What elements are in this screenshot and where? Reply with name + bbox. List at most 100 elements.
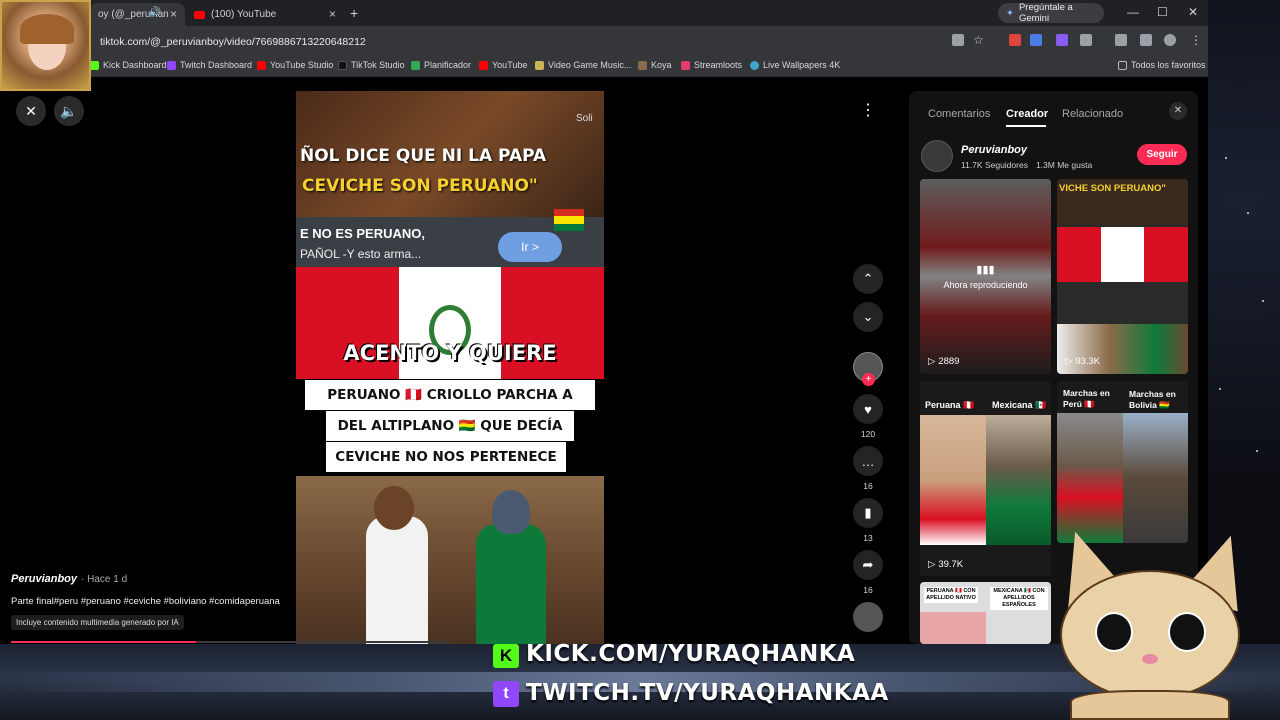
tab-label: (100) YouTube [211, 9, 277, 20]
thumbnail-label: MEXICANA 🇲🇽 CON APELLIDOS ESPAÑOLES [990, 587, 1048, 610]
star-icon[interactable]: ☆ [973, 33, 984, 47]
video-thumbnail[interactable]: Marchas en Perú 🇵🇪 Marchas en Bolivia 🇧🇴 [1057, 381, 1188, 543]
comment-icon: … [861, 453, 875, 469]
save-button[interactable]: ▮ [853, 498, 883, 528]
translate-icon[interactable] [952, 34, 964, 46]
close-video-button[interactable]: ✕ [16, 96, 46, 126]
video-thumbnail[interactable]: PERUANA 🇵🇪 CON APELLIDO NATIVO MEXICANA … [920, 582, 1051, 644]
share-button[interactable]: ➦ [853, 550, 883, 580]
overlay-text: Soli [576, 113, 593, 124]
previous-video-button[interactable]: ⌃ [853, 264, 883, 294]
extension-icon[interactable] [1056, 34, 1068, 46]
progress-fill [11, 641, 196, 643]
equalizer-icon: ▮▮▮ [976, 264, 995, 276]
overlay-text: E NO ES PERUANO, [300, 226, 425, 241]
media-icon[interactable] [1140, 34, 1152, 46]
bookmark-all-folder[interactable]: Todos los favoritos [1118, 60, 1206, 70]
video-scene-image [296, 476, 604, 644]
next-video-button[interactable]: ⌄ [853, 302, 883, 332]
gemini-button[interactable]: ✦ Pregúntale a Gemini [998, 2, 1104, 24]
creator-avatar[interactable] [921, 140, 953, 172]
bookmark-koya[interactable]: Koya [638, 60, 672, 70]
post-time: · Hace 1 d [81, 574, 128, 585]
bookmark-wallpapers[interactable]: Live Wallpapers 4K [750, 60, 840, 70]
bookmark-streamloots[interactable]: Streamloots [681, 60, 742, 70]
chevron-down-icon: ⌄ [862, 309, 874, 324]
minimize-icon[interactable]: — [1127, 5, 1139, 19]
bookmark-label: YouTube Studio [270, 60, 334, 70]
bookmark-youtube[interactable]: YouTube [479, 60, 527, 70]
overlay-text: CEVICHE SON PERUANO" [302, 176, 538, 196]
new-tab-icon[interactable]: + [350, 5, 358, 21]
maximize-icon[interactable]: ☐ [1157, 5, 1168, 19]
gemini-icon: ✦ [1006, 7, 1014, 19]
post-header: Peruvianboy · Hace 1 d [11, 573, 127, 585]
caption-line: PERUANO 🇵🇪 CRIOLLO PARCHA A BOLIVIANO [305, 380, 595, 433]
heart-icon: ♥ [864, 401, 872, 417]
thumbnail-label: Marchas en Bolivia 🇧🇴 [1129, 389, 1176, 410]
active-tab-indicator [1006, 125, 1046, 127]
video-player[interactable]: ÑOL DICE QUE NI LA PAPA CEVICHE SON PERU… [296, 91, 604, 644]
sound-disc-icon[interactable] [853, 602, 883, 632]
extension-icon[interactable] [1030, 34, 1042, 46]
bookmark-label: Planificador [424, 60, 472, 70]
gemini-label: Pregúntale a Gemini [1018, 2, 1073, 24]
bookmark-kick[interactable]: Kick Dashboard [90, 60, 167, 70]
twitch-promo-text: TWITCH.TV/YURAQHANKAA [526, 680, 889, 706]
follow-plus-icon[interactable]: + [862, 373, 875, 386]
like-count: 120 [860, 429, 876, 439]
bookmark-tiktok-studio[interactable]: TikTok Studio [338, 60, 405, 70]
thumbnail-label: Mexicana 🇲🇽 [992, 400, 1047, 410]
bookmark-label: Kick Dashboard [103, 60, 167, 70]
video-thumbnail[interactable]: ▮▮▮ Ahora reproduciendo ▷ 2889 [920, 179, 1051, 374]
overlay-text: ÑOL DICE QUE NI LA PAPA [300, 146, 547, 166]
bookmark-label: Video Game Music... [548, 60, 632, 70]
download-icon[interactable] [1115, 34, 1127, 46]
caption-line: DEL ALTIPLANO 🇧🇴 QUE DECÍA QUE EL [326, 411, 574, 464]
author-name[interactable]: Peruvianboy [11, 573, 77, 585]
cat-mascot-icon [1046, 522, 1260, 720]
panel-close-icon[interactable]: ✕ [1169, 102, 1187, 120]
bookmark-twitch[interactable]: Twitch Dashboard [167, 60, 252, 70]
close-icon[interactable]: × [170, 7, 177, 21]
comment-button[interactable]: … [853, 446, 883, 476]
bookmark-planificador[interactable]: Planificador [411, 60, 471, 70]
creator-name[interactable]: Peruvianboy [961, 144, 1027, 156]
overlay-text: PAÑOL -Y esto arma... [300, 247, 422, 261]
tab-youtube[interactable]: (100) YouTube × [186, 3, 344, 26]
follow-button[interactable]: Seguir [1137, 144, 1187, 165]
bookmark-label: TikTok Studio [351, 60, 405, 70]
volume-button[interactable]: 🔈 [54, 96, 84, 126]
progress-track[interactable] [11, 641, 451, 643]
video-thumbnail[interactable]: Peruana 🇵🇪 Mexicana 🇲🇽 ▷ 39.7K [920, 381, 1051, 576]
profile-icon[interactable] [1164, 34, 1176, 46]
bookmark-label: Twitch Dashboard [180, 60, 253, 70]
tab-comments[interactable]: Comentarios [928, 108, 990, 120]
menu-icon[interactable]: ⋮ [1190, 33, 1202, 47]
video-thumbnail[interactable]: VICHE SON PERUANO" ▷ 93.3K [1057, 179, 1188, 374]
play-icon: ▷ [928, 356, 936, 367]
share-count: 16 [863, 585, 873, 595]
thumbnail-label: Marchas en Perú 🇵🇪 [1063, 388, 1110, 409]
more-options-icon[interactable]: ⋮ [853, 96, 883, 126]
tab-tiktok[interactable]: oy (@_peruvian 🔊 × [90, 3, 185, 26]
url-field[interactable]: tiktok.com/@_peruvianboy/video/766988671… [100, 36, 366, 48]
speaker-icon: 🔊 [148, 7, 161, 18]
caption-line: CEVICHE NO NOS PERTENECE PARTE 2 [326, 442, 566, 495]
tab-related[interactable]: Relacionado [1062, 108, 1123, 120]
tab-creator[interactable]: Creador [1006, 108, 1048, 120]
close-icon[interactable]: × [329, 7, 336, 21]
bookmark-icon: ▮ [864, 505, 872, 520]
view-count: ▷ 2889 [928, 356, 960, 367]
extension-icon[interactable] [1009, 34, 1021, 46]
window-close-icon[interactable]: ✕ [1188, 5, 1198, 19]
extensions-icon[interactable] [1080, 34, 1092, 46]
thumbnail-label: PERUANA 🇵🇪 CON APELLIDO NATIVO [924, 587, 978, 603]
bookmark-vgm[interactable]: Video Game Music... [535, 60, 631, 70]
bookmark-youtube-studio[interactable]: YouTube Studio [257, 60, 333, 70]
now-playing-label: Ahora reproduciendo [943, 280, 1028, 290]
kick-icon: K [493, 644, 519, 668]
like-button[interactable]: ♥ [853, 394, 883, 424]
headline-text: ACENTO Y QUIERE [343, 341, 557, 365]
play-icon: ▷ [1065, 356, 1073, 367]
